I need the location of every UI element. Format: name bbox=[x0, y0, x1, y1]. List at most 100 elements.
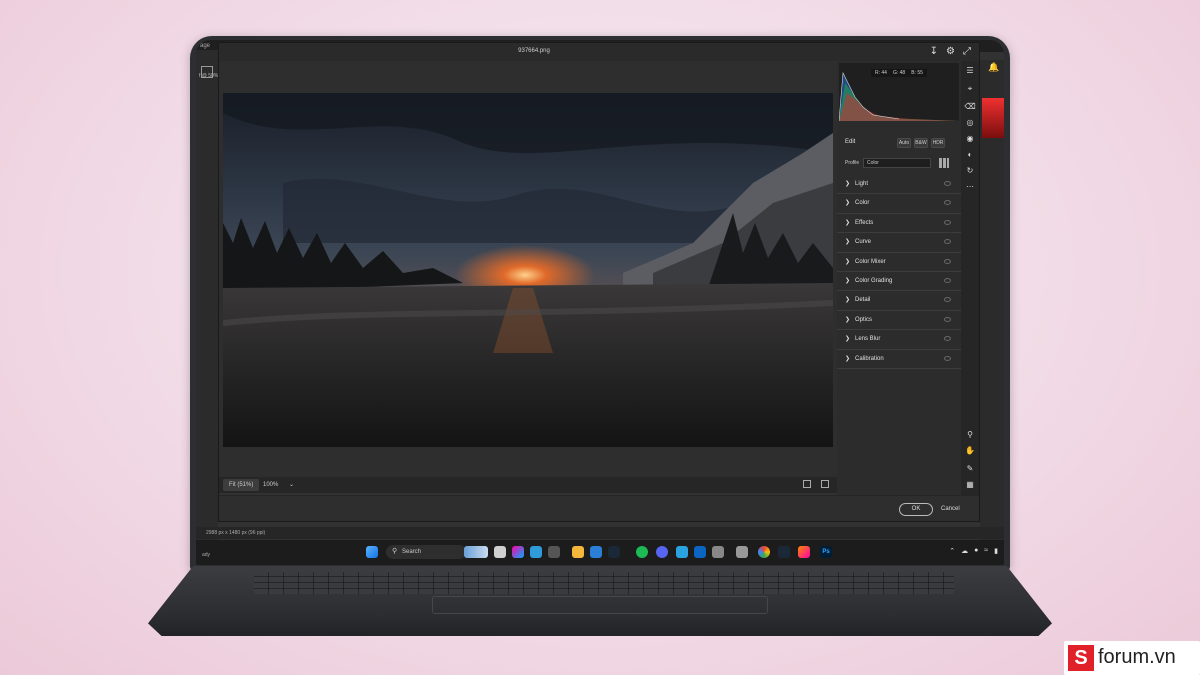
landscape-photo bbox=[223, 93, 833, 447]
profile-select[interactable]: Color bbox=[863, 158, 931, 168]
masking-icon[interactable]: ◎ bbox=[964, 117, 976, 129]
cloud-icon[interactable]: ☁ bbox=[961, 547, 968, 555]
app-icon[interactable] bbox=[694, 546, 706, 558]
wifi-icon[interactable]: ≈ bbox=[984, 547, 988, 555]
chevron-right-icon: ❯ bbox=[845, 239, 851, 246]
profile-browser-icon[interactable] bbox=[939, 158, 949, 168]
document-tab[interactable]: f @ 50% bbox=[199, 73, 218, 79]
widgets-icon[interactable] bbox=[464, 546, 488, 558]
section-effects[interactable]: ❯ Effects bbox=[837, 214, 961, 234]
section-light[interactable]: ❯ Light bbox=[837, 175, 961, 195]
zoom-tool-icon[interactable]: ⚲ bbox=[964, 429, 976, 441]
histogram: R: 44 G: 48 B: 55 bbox=[839, 63, 959, 121]
site-logo: S forum.vn bbox=[1064, 641, 1200, 675]
preview-image[interactable] bbox=[223, 93, 833, 447]
eye-icon[interactable] bbox=[944, 239, 951, 245]
eraser-icon[interactable]: ⌫ bbox=[964, 101, 976, 113]
spotify-icon[interactable] bbox=[636, 546, 648, 558]
more-icon[interactable]: ⋯ bbox=[964, 181, 976, 193]
store-icon[interactable] bbox=[590, 546, 602, 558]
photoshop-statusbar bbox=[196, 527, 1004, 539]
gear-icon[interactable]: ⚙ bbox=[946, 46, 955, 57]
eye-icon[interactable] bbox=[944, 200, 951, 206]
section-detail[interactable]: ❯ Detail bbox=[837, 291, 961, 311]
camera-raw-tools: ☰ ⌖ ⌫ ◎ ◉ ◐ ↻ ⋯ ⚲ ✋ ✎ ▦ bbox=[961, 61, 979, 495]
document-size-status: 2988 px x 1480 px (96 ppi) bbox=[206, 530, 266, 536]
fit-zoom-button[interactable]: Fit (51%) bbox=[223, 479, 260, 491]
fullscreen-icon[interactable]: ⤢ bbox=[963, 46, 971, 57]
logo-mark: S bbox=[1068, 645, 1094, 671]
file-explorer-icon[interactable] bbox=[572, 546, 584, 558]
chevron-down-icon[interactable]: ⌄ bbox=[289, 479, 294, 491]
copilot-icon[interactable] bbox=[512, 546, 524, 558]
presets-icon[interactable]: ◐ bbox=[964, 149, 976, 161]
section-optics[interactable]: ❯ Optics bbox=[837, 311, 961, 331]
steam-icon[interactable] bbox=[608, 546, 620, 558]
grid-icon[interactable]: ▦ bbox=[964, 479, 976, 491]
windows-taskbar: ady ⚲ Search Ps ⌃ ☁ ● ≈ ▮ bbox=[196, 540, 1004, 565]
photos-icon[interactable] bbox=[798, 546, 810, 558]
cancel-button[interactable]: Cancel bbox=[941, 503, 960, 516]
discord-icon[interactable] bbox=[656, 546, 668, 558]
edit-sections: ❯ Light ❯ Color ❯ Effects ❯ Curve ❯ Color Mix… bbox=[837, 175, 961, 369]
app-icon[interactable] bbox=[712, 546, 724, 558]
eyedropper-icon[interactable]: ✎ bbox=[964, 463, 976, 475]
status-left: ady bbox=[202, 552, 211, 558]
laptop-touchpad bbox=[432, 596, 768, 614]
app-icon[interactable] bbox=[548, 546, 560, 558]
edit-sliders-icon[interactable]: ☰ bbox=[964, 65, 976, 77]
section-lens-blur[interactable]: ❯ Lens Blur bbox=[837, 330, 961, 350]
eye-icon[interactable] bbox=[944, 355, 951, 361]
section-calibration[interactable]: ❯ Calibration bbox=[837, 350, 961, 369]
single-view-icon[interactable] bbox=[803, 480, 811, 488]
app-icon[interactable] bbox=[736, 546, 748, 558]
logo-text: forum.vn bbox=[1098, 646, 1176, 668]
chevron-right-icon: ❯ bbox=[845, 316, 851, 323]
color-swatch[interactable] bbox=[982, 98, 1004, 138]
ok-button[interactable]: OK bbox=[899, 503, 933, 516]
section-color-mixer[interactable]: ❯ Color Mixer bbox=[837, 253, 961, 272]
section-color-grading[interactable]: ❯ Color Grading bbox=[837, 272, 961, 292]
bell-icon[interactable]: 🔔 bbox=[988, 62, 999, 73]
dialog-titlebar: 937664.png ↧ ⚙ ⤢ bbox=[219, 43, 979, 61]
windows-start-icon[interactable] bbox=[366, 546, 378, 558]
eye-icon[interactable] bbox=[944, 219, 951, 225]
eye-icon[interactable] bbox=[944, 297, 951, 303]
photoshop-taskbar-icon[interactable]: Ps bbox=[820, 546, 832, 558]
section-curve[interactable]: ❯ Curve bbox=[837, 233, 961, 253]
section-color[interactable]: ❯ Color bbox=[837, 194, 961, 214]
chevron-right-icon: ❯ bbox=[845, 336, 851, 343]
laptop-screen: age f @ 50% 🔔 2988 px x 1480 px (96 ppi)… bbox=[196, 40, 1004, 565]
zoom-100-button[interactable]: 100% bbox=[263, 479, 278, 491]
battery-icon[interactable]: ▮ bbox=[994, 547, 998, 555]
snapshots-icon[interactable]: ↻ bbox=[964, 165, 976, 177]
photoshop-tab[interactable]: age bbox=[200, 43, 210, 49]
edit-panel: R: 44 G: 48 B: 55 Edit Auto B&W HDR Prof… bbox=[837, 61, 961, 495]
taskbar-search[interactable]: ⚲ Search bbox=[386, 545, 466, 559]
chevron-right-icon: ❯ bbox=[845, 258, 851, 265]
hdr-button[interactable]: HDR bbox=[931, 138, 945, 148]
steam-icon[interactable] bbox=[778, 546, 790, 558]
eye-icon[interactable] bbox=[944, 181, 951, 186]
telegram-icon[interactable] bbox=[676, 546, 688, 558]
eye-icon[interactable] bbox=[944, 316, 951, 322]
eye-icon[interactable] bbox=[944, 277, 951, 283]
crop-icon[interactable]: ⌖ bbox=[964, 83, 976, 95]
chrome-icon[interactable] bbox=[758, 546, 770, 558]
hand-tool-icon[interactable]: ✋ bbox=[964, 445, 976, 457]
compare-view-icon[interactable] bbox=[821, 480, 829, 488]
chevron-right-icon: ❯ bbox=[845, 219, 851, 226]
profile-row: Profile Color bbox=[837, 157, 961, 171]
auto-button[interactable]: Auto bbox=[897, 138, 911, 148]
eye-icon[interactable] bbox=[944, 258, 951, 264]
chevron-up-icon[interactable]: ⌃ bbox=[949, 547, 955, 555]
red-eye-icon[interactable]: ◉ bbox=[964, 133, 976, 145]
save-icon[interactable]: ↧ bbox=[930, 46, 938, 57]
app-tray-icon[interactable]: ● bbox=[974, 547, 978, 555]
edge-icon[interactable] bbox=[530, 546, 542, 558]
preview-canvas[interactable] bbox=[219, 61, 837, 477]
task-view-icon[interactable] bbox=[494, 546, 506, 558]
photoshop-toolbar bbox=[196, 50, 218, 540]
eye-icon[interactable] bbox=[944, 336, 951, 342]
bw-button[interactable]: B&W bbox=[914, 138, 928, 148]
